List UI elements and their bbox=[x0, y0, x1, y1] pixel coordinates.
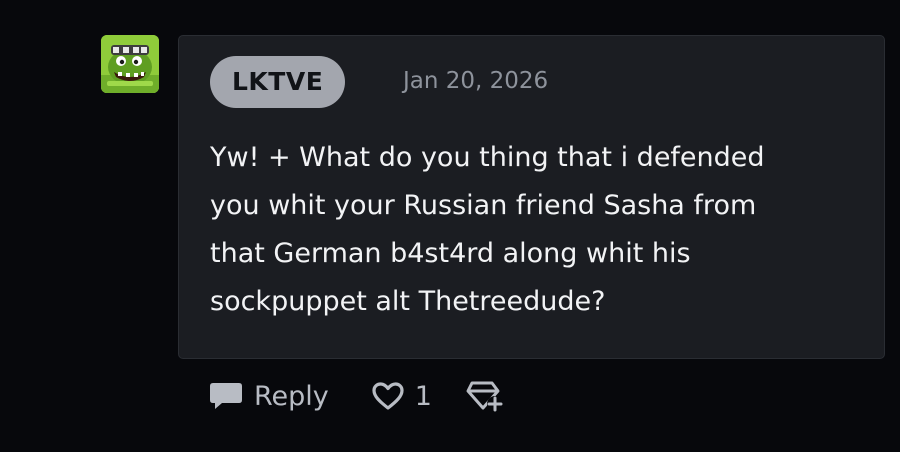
avatar[interactable] bbox=[101, 35, 159, 93]
reply-label: Reply bbox=[254, 380, 329, 412]
avatar-image bbox=[101, 35, 159, 93]
comment-date[interactable]: Jan 20, 2026 bbox=[403, 64, 548, 98]
speech-bubble-icon bbox=[208, 380, 244, 412]
comment-bubble: LKTVE Jan 20, 2026 Yw! + What do you thi… bbox=[178, 35, 885, 359]
comment-actions: Reply 1 bbox=[208, 373, 504, 419]
comment-text: Yw! + What do you thing that i defended … bbox=[210, 142, 765, 317]
award-button[interactable] bbox=[466, 379, 504, 413]
like-count: 1 bbox=[414, 380, 432, 412]
like-button[interactable]: 1 bbox=[371, 381, 432, 412]
award-plus-icon bbox=[466, 379, 504, 413]
reply-button[interactable]: Reply bbox=[208, 380, 329, 412]
author-name[interactable]: LKTVE bbox=[210, 56, 346, 108]
heart-icon bbox=[371, 381, 405, 411]
